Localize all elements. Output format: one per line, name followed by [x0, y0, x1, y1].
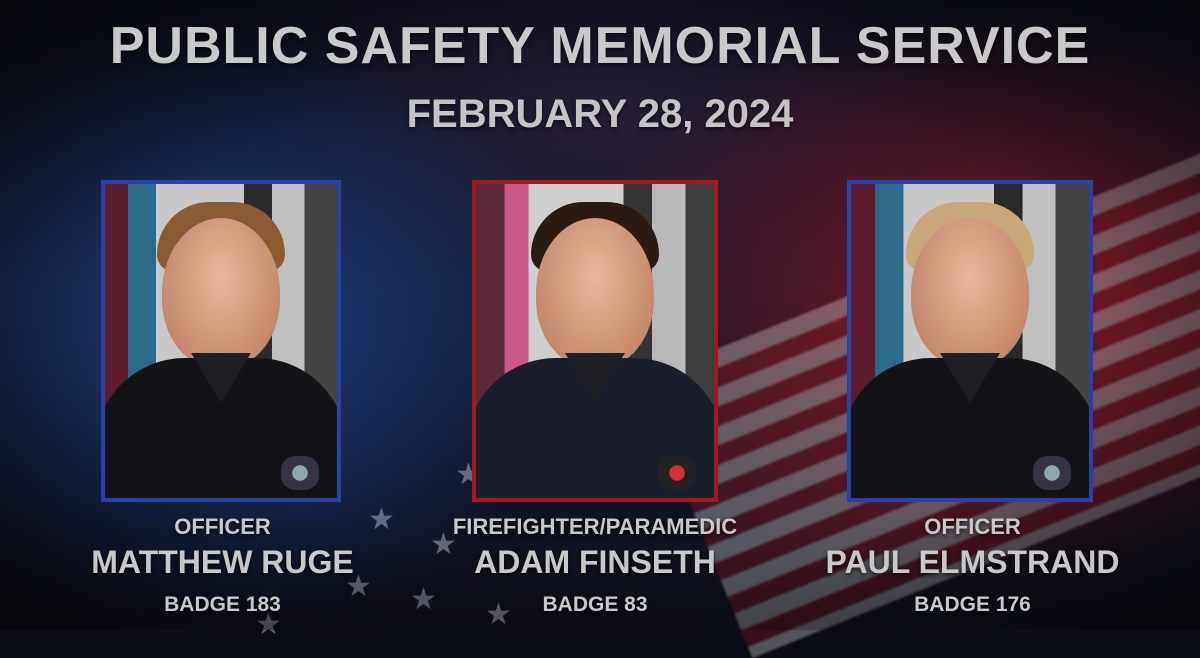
- honoree-badge: BADGE 183: [164, 593, 281, 616]
- portrait-photo-adam-finseth: [472, 180, 718, 502]
- honoree-name: ADAM FINSETH: [474, 544, 716, 580]
- badge-patch-icon: [1033, 456, 1071, 490]
- honoree-name: PAUL ELMSTRAND: [825, 544, 1120, 580]
- face: [536, 218, 654, 368]
- portrait-photo-matthew-ruge: [101, 180, 341, 502]
- honoree-role: OFFICER: [174, 514, 271, 539]
- honoree-role: OFFICER: [924, 514, 1021, 539]
- honoree-badge: BADGE 176: [914, 593, 1031, 616]
- memorial-title: PUBLIC SAFETY MEMORIAL SERVICE: [109, 17, 1091, 75]
- fire-department-patch-icon: [658, 456, 696, 490]
- badge-patch-icon: [281, 456, 319, 490]
- honoree-role: FIREFIGHTER/PARAMEDIC: [452, 514, 738, 539]
- honoree-badge: BADGE 83: [542, 593, 648, 616]
- honoree-name: MATTHEW RUGE: [91, 544, 354, 580]
- face: [911, 218, 1029, 368]
- memorial-date: FEBRUARY 28, 2024: [406, 92, 794, 136]
- portrait-photo-paul-elmstrand: [847, 180, 1093, 502]
- face: [162, 218, 280, 368]
